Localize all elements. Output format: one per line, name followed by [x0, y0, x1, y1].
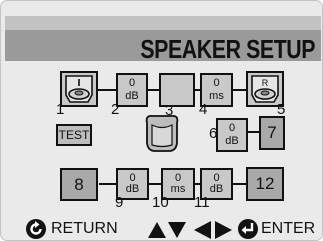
- return-hint[interactable]: RETURN: [25, 218, 118, 240]
- front-left-level-unit: dB: [125, 90, 139, 102]
- surround-back-right-cell[interactable]: 12: [246, 167, 284, 201]
- front-right-delay-value: 0: [213, 77, 220, 89]
- left-right-hint: [194, 220, 232, 240]
- surround-right-number: 7: [267, 123, 277, 142]
- surround-left-level-cell[interactable]: 0 dB: [216, 118, 248, 152]
- speaker-front-left[interactable]: [60, 71, 98, 107]
- speaker-setup-screen: SPEAKER SETUP 1 0 dB 2 3 0 ms 4 R 5 TEST…: [0, 0, 323, 241]
- up-down-arrows-icon: [148, 222, 186, 238]
- callout-2: 2: [111, 101, 120, 118]
- up-down-hint: [148, 221, 186, 239]
- enter-label: ENTER: [261, 220, 316, 237]
- surround-left-level-unit: dB: [225, 135, 239, 147]
- front-left-level-cell[interactable]: 0 dB: [116, 73, 148, 107]
- footer-legend: RETURN ENTER: [1, 217, 322, 240]
- page-title: SPEAKER SETUP: [140, 34, 315, 64]
- callout-11: 11: [194, 194, 210, 211]
- callout-1: 1: [56, 101, 65, 118]
- title-bar: SPEAKER SETUP: [5, 4, 321, 64]
- callout-9: 9: [115, 194, 124, 211]
- speaker-right-letter: R: [262, 78, 269, 88]
- return-label: RETURN: [51, 220, 118, 237]
- listener-seat-icon: [145, 114, 179, 152]
- enter-hint[interactable]: ENTER: [237, 218, 315, 240]
- surround-back-left-cell[interactable]: 8: [60, 168, 98, 201]
- surround-back-right-number: 12: [255, 174, 275, 193]
- left-right-arrows-icon: [194, 221, 232, 239]
- surround-back-left-number: 8: [74, 175, 84, 194]
- surround-right-cell[interactable]: 7: [259, 116, 285, 150]
- title-stripe-light: [5, 16, 321, 30]
- enter-icon: [238, 219, 258, 239]
- front-left-level-value: 0: [128, 77, 136, 89]
- return-icon: [26, 219, 46, 239]
- callout-10: 10: [152, 194, 169, 211]
- callout-6: 6: [209, 125, 218, 142]
- connector-right: [247, 131, 259, 133]
- callout-4: 4: [199, 101, 208, 118]
- speaker-left-icon: [65, 75, 93, 103]
- surround-left-level-value: 0: [228, 122, 236, 134]
- test-button[interactable]: TEST: [56, 124, 92, 146]
- test-button-label: TEST: [58, 128, 90, 142]
